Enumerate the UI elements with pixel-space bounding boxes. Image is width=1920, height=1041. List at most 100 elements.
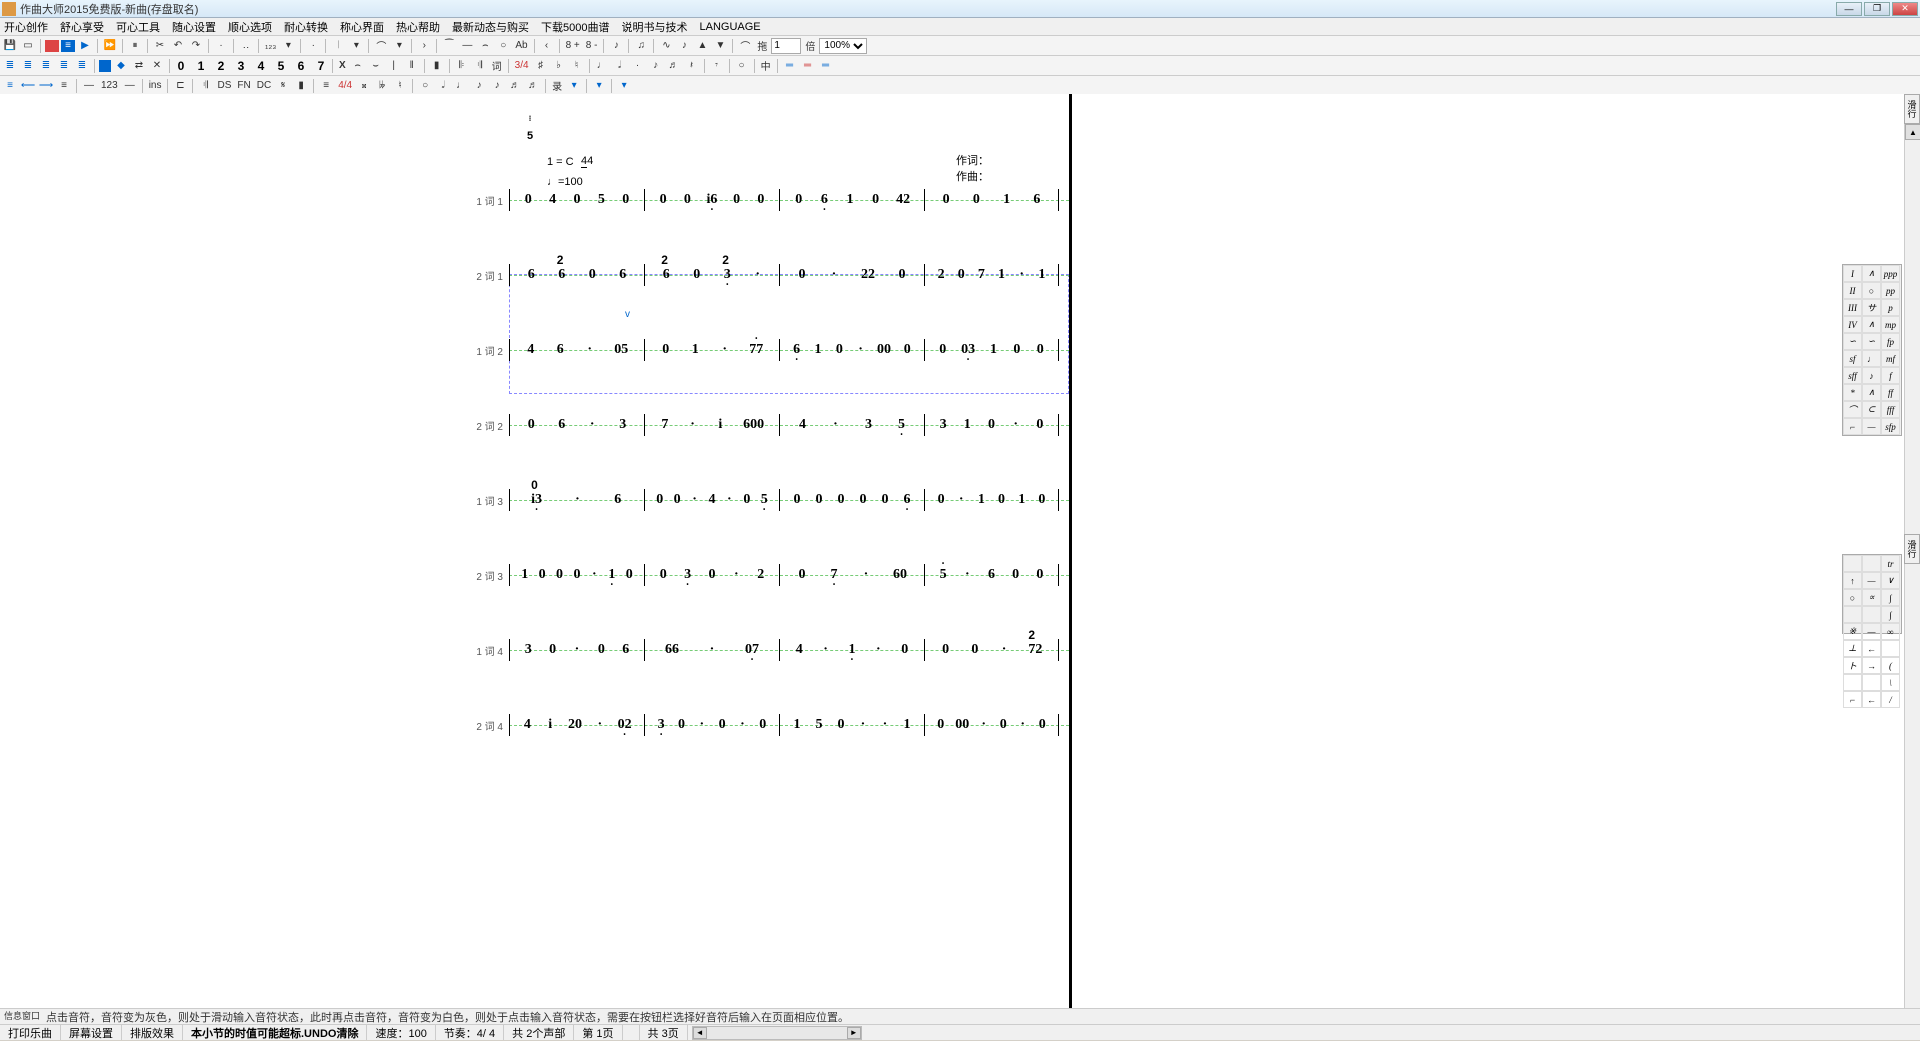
palette-cell[interactable]: mp: [1881, 316, 1900, 333]
palette-cell[interactable]: [1881, 640, 1900, 657]
text-ab[interactable]: Ab: [513, 40, 529, 51]
staff-line[interactable]: 2 词 1662066203•2·0·2202071·1: [447, 264, 1069, 286]
note[interactable]: 0: [880, 492, 890, 508]
note[interactable]: 1: [1002, 192, 1012, 208]
note[interactable]: 0: [936, 717, 946, 733]
up-arrow-icon[interactable]: ▲: [694, 38, 710, 54]
note[interactable]: ·: [861, 567, 871, 583]
note[interactable]: i6•: [707, 192, 718, 208]
zoom-select[interactable]: 100%: [819, 38, 867, 54]
note[interactable]: 00: [955, 717, 969, 733]
sep-bar-icon[interactable]: |: [386, 58, 402, 74]
eighth2-icon[interactable]: ♪: [648, 58, 664, 74]
note[interactable]: 3•: [656, 717, 666, 733]
note[interactable]: 0: [900, 642, 910, 658]
palette-cell[interactable]: ⌐: [1843, 691, 1862, 708]
note[interactable]: 2: [756, 567, 766, 583]
note[interactable]: ·: [572, 642, 582, 658]
note[interactable]: 00: [877, 342, 891, 358]
vtab-mid[interactable]: 滑行: [1904, 534, 1920, 564]
staff-line[interactable]: 1 词 430·0666·07•4·1•·000·722: [447, 639, 1069, 661]
palette-cell[interactable]: ⊂: [1862, 401, 1881, 418]
barline-icon[interactable]: 𝄀: [330, 38, 346, 54]
down-arrow-icon[interactable]: ▼: [712, 38, 728, 54]
note[interactable]: 3: [864, 417, 874, 433]
note[interactable]: ·: [1018, 717, 1028, 733]
note[interactable]: 0: [956, 267, 966, 283]
circle-icon[interactable]: ○: [495, 38, 511, 54]
note[interactable]: 7: [660, 417, 670, 433]
note[interactable]: 1: [690, 342, 700, 358]
menu-item[interactable]: 开心创作: [4, 19, 48, 35]
note-digit-1[interactable]: 1: [194, 59, 208, 73]
num-123[interactable]: ₁₂₃: [263, 40, 278, 51]
note[interactable]: 05: [614, 342, 628, 358]
measure[interactable]: 000006•: [779, 489, 924, 511]
note[interactable]: 42: [896, 192, 910, 208]
tie-icon[interactable]: ⌒: [373, 38, 389, 54]
dflat-icon[interactable]: 𝄫: [374, 78, 390, 94]
note[interactable]: 2: [936, 267, 946, 283]
status-segment[interactable]: 本小节的时值可能超标.UNDO清除: [183, 1025, 367, 1040]
sixteenth-icon[interactable]: ♬: [666, 58, 682, 74]
measure[interactable]: 06·3: [509, 414, 644, 436]
h-scrollbar[interactable]: ◄►: [692, 1026, 862, 1040]
note[interactable]: ·: [697, 717, 707, 733]
note[interactable]: ·: [1017, 267, 1027, 283]
note[interactable]: 1•: [607, 567, 617, 583]
note[interactable]: 6•: [902, 492, 912, 508]
note-flag2-icon[interactable]: ♫: [633, 38, 649, 54]
dsharp-icon[interactable]: 𝄪: [356, 78, 372, 94]
dropdown-arrow-icon[interactable]: ▾: [280, 38, 296, 54]
palette-cell[interactable]: ∽: [1843, 333, 1862, 350]
drag-label[interactable]: 拖: [755, 38, 769, 53]
palette-cell[interactable]: サ: [1862, 299, 1881, 316]
note[interactable]: 0: [526, 417, 536, 433]
lines3-icon[interactable]: ═: [818, 58, 834, 74]
measure[interactable]: 06•1042: [779, 189, 924, 211]
note[interactable]: 0: [1035, 342, 1045, 358]
dash2-icon[interactable]: —: [81, 78, 97, 94]
grace-icon[interactable]: ∿: [658, 38, 674, 54]
palette-cell[interactable]: sff: [1843, 367, 1862, 384]
palette-cell[interactable]: ♩: [1862, 350, 1881, 367]
segno-icon[interactable]: 𝄋: [275, 78, 291, 94]
x-note[interactable]: X: [337, 60, 348, 71]
list2-icon[interactable]: ≡: [318, 78, 334, 94]
palette-cell[interactable]: →: [1862, 657, 1881, 674]
staff-line[interactable]: 1 词 3i3•0·600·4·05•000006•0·1010: [447, 489, 1069, 511]
palette-cell[interactable]: ○: [1843, 589, 1862, 606]
e2-icon[interactable]: ♪: [471, 78, 487, 94]
minimize-button[interactable]: —: [1836, 2, 1862, 16]
menu-item[interactable]: 下载5000曲谱: [541, 19, 609, 35]
note[interactable]: 0: [1037, 492, 1047, 508]
note[interactable]: 0: [986, 417, 996, 433]
cut-icon[interactable]: ✂: [152, 38, 168, 54]
right-arrow-icon[interactable]: ›: [416, 38, 432, 54]
note[interactable]: 60: [893, 567, 907, 583]
note[interactable]: 0: [936, 492, 946, 508]
align-center-icon[interactable]: ≣: [20, 58, 36, 74]
note[interactable]: ·: [1011, 417, 1021, 433]
measure[interactable]: 3•0·0·0: [644, 714, 779, 736]
note[interactable]: ·: [956, 492, 966, 508]
palette-cell[interactable]: ⌐: [1843, 418, 1862, 435]
ts-34[interactable]: 3/4: [513, 60, 531, 71]
note[interactable]: 5•: [938, 567, 948, 583]
palette-cell[interactable]: ∧: [1862, 265, 1881, 282]
note[interactable]: 0: [717, 717, 727, 733]
note[interactable]: ·: [572, 492, 582, 508]
note[interactable]: 0: [836, 492, 846, 508]
note[interactable]: ·: [587, 417, 597, 433]
note[interactable]: 1: [962, 417, 972, 433]
staff-line[interactable]: 1 词 10405000i6•0006•10420016: [447, 189, 1069, 211]
palette-cell[interactable]: sf: [1843, 350, 1862, 367]
note[interactable]: 6: [557, 417, 567, 433]
note[interactable]: i3•0: [531, 492, 542, 508]
dropdown-3-icon[interactable]: ▾: [391, 38, 407, 54]
note[interactable]: 4: [794, 642, 804, 658]
measure[interactable]: 7·i600: [644, 414, 779, 436]
note[interactable]: ·: [589, 567, 599, 583]
note[interactable]: 0: [998, 717, 1008, 733]
dash3-icon[interactable]: —: [122, 78, 138, 94]
